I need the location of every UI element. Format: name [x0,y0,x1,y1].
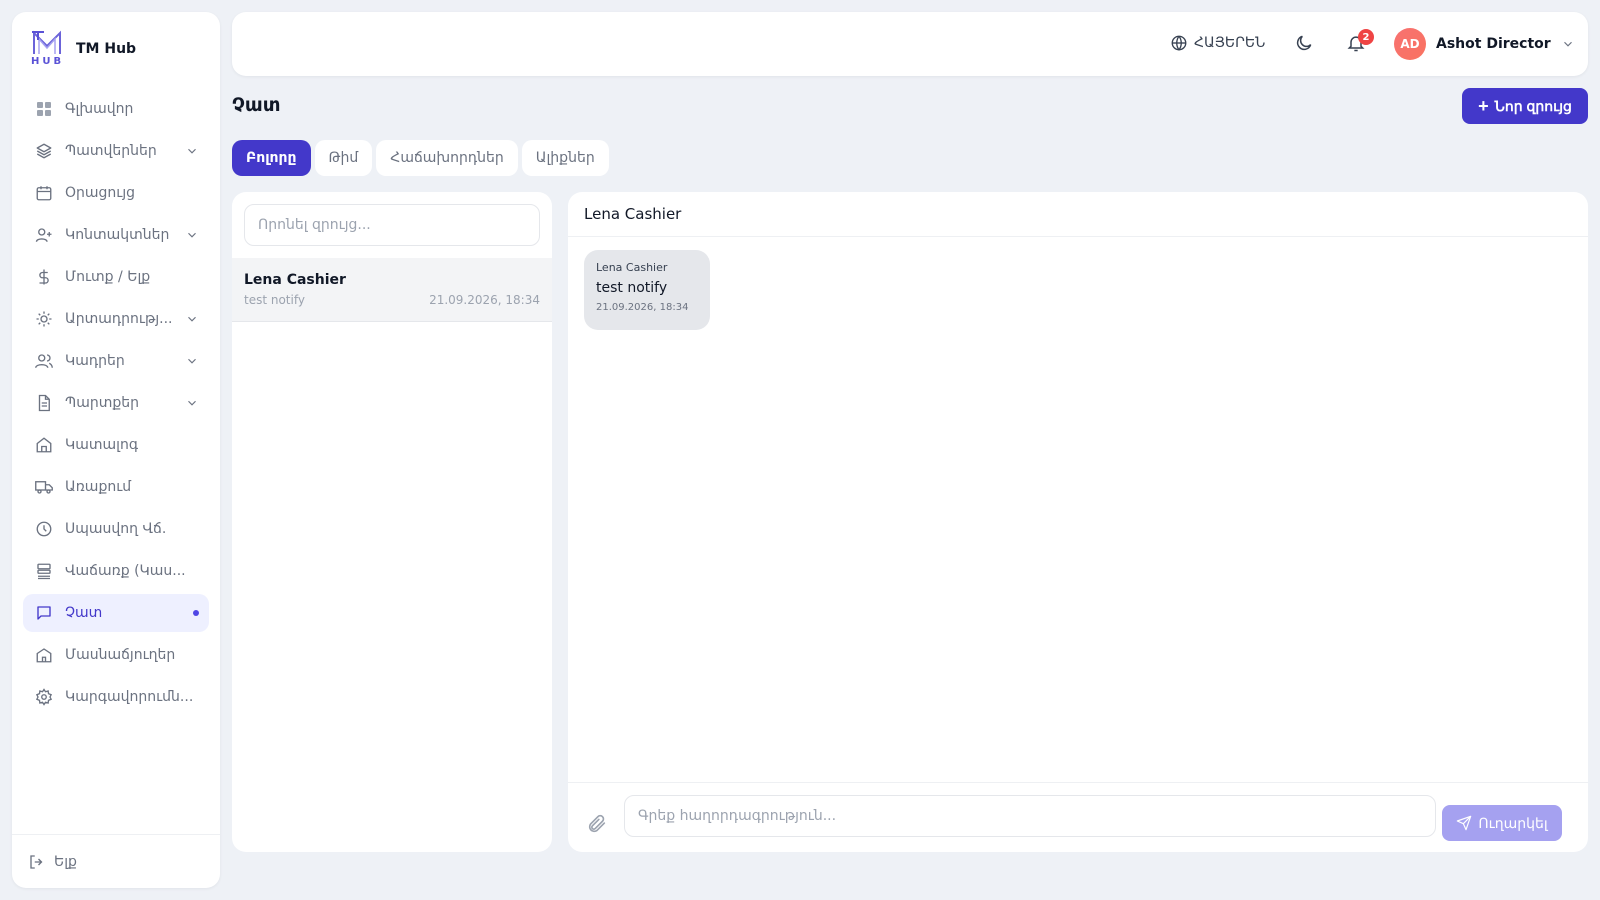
message-input[interactable] [624,795,1436,837]
brand[interactable]: HUB TM Hub [12,12,220,86]
gear-icon [35,688,53,706]
users-icon [35,352,53,370]
grid-icon [35,100,53,118]
logout-button[interactable]: Ելք [12,834,220,888]
send-button[interactable]: Ուղարկել [1442,805,1562,841]
chevron-down-icon [188,232,196,238]
user-plus-icon [35,226,53,244]
avatar: AD [1394,28,1426,60]
chevron-down-icon [1563,41,1572,47]
logo-text: HUB [31,56,65,67]
sidebar-item-chat[interactable]: Չատ [23,594,209,632]
tab-channels[interactable]: Ալիքներ [521,140,609,176]
chevron-down-icon [188,358,196,364]
send-label: Ուղարկել [1478,814,1548,831]
sidebar-item-debts[interactable]: Պարտքեր [23,384,209,422]
sidebar-item-production[interactable]: Արտադրությ... [23,300,209,338]
sidebar-item-contacts[interactable]: Կոնտակտներ [23,216,209,254]
sidebar-item-label: Առաքում [65,479,132,495]
user-name: Ashot Director [1436,36,1551,52]
chevron-down-icon [188,400,196,406]
tab-all[interactable]: Բոլորը [232,140,311,176]
sidebar-item-pending-payments[interactable]: Սպասվող Վճ. [23,510,209,548]
conversation-list: Lena Cashier test notify 21.09.2026, 18:… [232,192,552,852]
sidebar-item-label: Արտադրությ... [65,311,173,327]
conversation-time: 21.09.2026, 18:34 [429,293,540,307]
chevron-down-icon [188,316,196,322]
sidebar: HUB TM Hub Գլխավոր Պատվերներ Օրացույց Կո… [12,12,220,888]
plus-icon: + [1478,96,1489,116]
sidebar-item-label: Կարգավորումն... [65,689,194,705]
topbar: ՀԱՅԵՐԵՆ 2 AD Ashot Director [232,12,1588,76]
sidebar-item-calendar[interactable]: Օրացույց [23,174,209,212]
tm-hub-logo: HUB [30,30,64,68]
sidebar-item-label: Օրացույց [65,185,136,201]
user-menu[interactable]: AD Ashot Director [1394,28,1575,60]
brand-name: TM Hub [76,41,137,57]
sidebar-item-label: Կոնտակտներ [65,227,170,243]
new-chat-button[interactable]: + Նոր զրույց [1462,88,1588,124]
tab-customers[interactable]: Հաճախորդներ [376,140,518,176]
chat-header: Lena Cashier [568,192,1588,237]
sidebar-item-label: Պատվերներ [65,143,157,159]
sidebar-item-label: Պարտքեր [65,395,139,411]
logout-icon [28,853,46,871]
layers-icon [35,142,53,160]
sidebar-item-branches[interactable]: Մասնաճյուղեր [23,636,209,674]
sidebar-item-settings[interactable]: Կարգավորումն... [23,678,209,716]
sidebar-nav: Գլխավոր Պատվերներ Օրացույց Կոնտակտներ Մո… [12,86,220,716]
page-title: Չատ [232,94,281,116]
conversation-preview: test notify [244,293,305,307]
tab-team[interactable]: Թիմ [314,140,373,176]
sidebar-item-cashflow[interactable]: Մուտք / Ելք [23,258,209,296]
send-icon [1457,815,1472,831]
chat-panel: Lena Cashier Lena Cashier test notify 21… [568,192,1588,852]
message-author: Lena Cashier [596,261,668,274]
notification-badge: 2 [1358,29,1374,45]
server-icon [35,562,53,580]
sidebar-item-label: Կադրեր [65,353,125,369]
message-bubble: Lena Cashier test notify 21.09.2026, 18:… [584,250,710,330]
bank-icon [35,646,53,664]
sidebar-item-label: Մուտք / Ելք [65,269,151,285]
new-chat-label: Նոր զրույց [1494,97,1572,114]
document-icon [35,394,53,412]
message-composer: Ուղարկել [568,782,1588,852]
sidebar-item-label: Վաճառք (Կաս... [65,563,186,579]
sidebar-item-label: Գլխավոր [65,101,134,117]
chat-icon [35,604,53,622]
sun-icon [35,310,53,328]
sidebar-item-staff[interactable]: Կադրեր [23,342,209,380]
sidebar-item-label: Չատ [65,605,103,621]
paperclip-icon[interactable] [586,813,608,835]
home-icon [35,436,53,454]
search-input[interactable] [244,204,540,246]
dollar-icon [35,268,53,286]
sidebar-item-catalog[interactable]: Կատալոգ [23,426,209,464]
message-time: 21.09.2026, 18:34 [596,302,689,313]
sidebar-item-sales[interactable]: Վաճառք (Կաս... [23,552,209,590]
calendar-icon [35,184,53,202]
sidebar-item-delivery[interactable]: Առաքում [23,468,209,506]
globe-icon [1171,35,1187,51]
moon-icon[interactable] [1294,33,1314,53]
sidebar-item-label: Մասնաճյուղեր [65,647,176,663]
list-item[interactable]: Lena Cashier test notify 21.09.2026, 18:… [232,258,552,322]
conversation-name: Lena Cashier [244,272,346,288]
logout-label: Ելք [54,853,77,870]
active-indicator [193,610,199,616]
message-text: test notify [596,280,668,296]
chat-tabs: Բոլորը Թիմ Հաճախորդներ Ալիքներ [232,140,613,176]
sidebar-item-orders[interactable]: Պատվերներ [23,132,209,170]
truck-icon [35,478,53,496]
sidebar-item-home[interactable]: Գլխավոր [23,90,209,128]
sidebar-item-label: Կատալոգ [65,437,139,453]
clock-icon [35,520,53,538]
language-label: ՀԱՅԵՐԵՆ [1194,35,1266,51]
language-switcher[interactable]: ՀԱՅԵՐԵՆ [1170,34,1265,52]
sidebar-item-label: Սպասվող Վճ. [65,521,167,537]
chevron-down-icon [188,148,196,154]
